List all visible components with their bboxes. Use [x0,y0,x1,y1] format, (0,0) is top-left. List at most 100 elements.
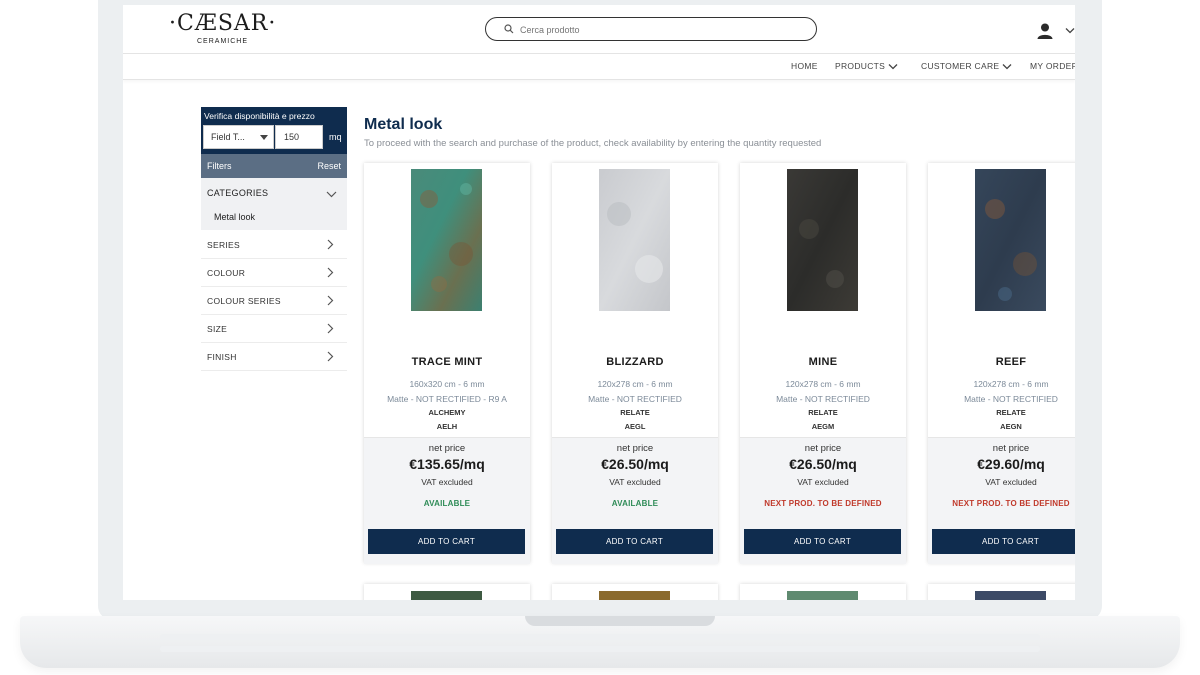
net-price-label: net price [804,443,842,454]
product-card[interactable] [928,584,1075,600]
net-price-label: net price [616,443,654,454]
nav-products-label: PRODUCTS [835,61,886,71]
nav-home-label: HOME [791,61,818,71]
chevron-down-icon [888,64,898,70]
product-name[interactable]: MINE [740,356,906,368]
facet-colour-series[interactable]: COLOUR SERIES [201,286,347,315]
product-code: AEGN [1000,422,1022,431]
facet-series[interactable]: SERIES [201,230,347,259]
keyboard-row [160,634,1040,640]
vat-note: VAT excluded [609,477,661,487]
brand-logo-subtitle: CERAMICHE [197,38,249,45]
facet-finish[interactable]: FINISH [201,342,347,371]
page-title: Metal look [364,116,443,133]
format-select-value: Field T... [211,132,245,142]
nav-customer-care-label: CUSTOMER CARE [921,61,1000,71]
vat-note: VAT excluded [797,477,849,487]
chevron-right-icon [327,267,334,278]
product-code: AELH [436,422,458,431]
availability-status: AVAILABLE [611,499,659,508]
facet-label: COLOUR [207,268,246,278]
laptop-screen: ·CÆSAR· CERAMICHE HOME PRODUCTS CUSTOMER… [123,5,1075,600]
nav-products[interactable]: PRODUCTS [835,61,898,71]
keyboard-row [160,646,1040,652]
facet-label: FINISH [207,352,237,362]
product-card[interactable]: BLIZZARD 120x278 cm - 6 mm Matte - NOT R… [552,163,718,564]
price-box: net price €29.60/mq VAT excluded NEXT PR… [928,437,1075,564]
add-to-cart-button[interactable]: ADD TO CART [744,529,901,554]
net-price-label: net price [992,443,1030,454]
add-to-cart-button[interactable]: ADD TO CART [932,529,1075,554]
product-tile-image[interactable] [411,169,482,311]
product-tile-image[interactable] [599,591,670,600]
facet-label: COLOUR SERIES [207,296,281,306]
product-tile-image[interactable] [599,169,670,311]
product-card[interactable] [740,584,906,600]
product-tile-image[interactable] [787,169,858,311]
laptop-base [20,616,1180,668]
product-card[interactable] [364,584,530,600]
search-bar[interactable] [485,17,817,41]
product-name[interactable]: BLIZZARD [552,356,718,368]
chevron-right-icon [327,239,334,250]
search-input[interactable] [518,20,802,39]
nav-my-order[interactable]: MY ORDER [1030,61,1075,71]
price-box: net price €26.50/mq VAT excluded AVAILAB… [552,437,718,564]
nav-my-order-label: MY ORDER [1030,61,1075,71]
product-size: 120x278 cm - 6 mm [973,379,1049,389]
chevron-down-icon[interactable] [1065,27,1075,34]
product-finish: Matte - NOT RECTIFIED - R9 A [387,394,507,404]
product-name[interactable]: REEF [928,356,1075,368]
trackpad-notch [525,616,715,626]
product-series: RELATE [620,408,650,417]
add-to-cart-button[interactable]: ADD TO CART [556,529,713,554]
selected-category[interactable]: Metal look [214,212,255,222]
nav-customer-care[interactable]: CUSTOMER CARE [921,61,1012,71]
quantity-input[interactable] [275,125,323,149]
price-box: net price €135.65/mq VAT excluded AVAILA… [364,437,530,564]
product-tile-image[interactable] [411,591,482,600]
product-price: €26.50/mq [601,456,669,472]
product-card[interactable]: REEF 120x278 cm - 6 mm Matte - NOT RECTI… [928,163,1075,564]
brand-logo[interactable]: ·CÆSAR· [169,11,276,36]
page-subtitle: To proceed with the search and purchase … [364,138,822,149]
format-select[interactable]: Field T... [203,125,274,149]
facet-size[interactable]: SIZE [201,314,347,343]
categories-filter[interactable]: CATEGORIES Metal look [201,178,347,230]
facet-colour[interactable]: COLOUR [201,258,347,287]
product-tile-image[interactable] [975,591,1046,600]
product-series: RELATE [808,408,838,417]
site-header: ·CÆSAR· CERAMICHE [123,5,1075,54]
product-card[interactable]: TRACE MINT 160x320 cm - 6 mm Matte - NOT… [364,163,530,564]
product-finish: Matte - NOT RECTIFIED [964,394,1058,404]
product-name[interactable]: TRACE MINT [364,356,530,368]
product-tile-image[interactable] [787,591,858,600]
net-price-label: net price [428,443,466,454]
facet-label: SIZE [207,324,228,334]
user-icon[interactable] [1036,22,1054,40]
product-price: €135.65/mq [409,456,485,472]
chevron-right-icon [327,295,334,306]
quantity-unit: mq [329,132,342,142]
product-price: €26.50/mq [789,456,857,472]
nav-home[interactable]: HOME [791,61,818,71]
product-card[interactable]: MINE 120x278 cm - 6 mm Matte - NOT RECTI… [740,163,906,564]
product-code: AEGL [624,422,646,431]
add-to-cart-button[interactable]: ADD TO CART [368,529,525,554]
availability-status: NEXT PROD. TO BE DEFINED [952,499,1070,508]
product-card[interactable] [552,584,718,600]
product-finish: Matte - NOT RECTIFIED [776,394,870,404]
product-series: RELATE [996,408,1026,417]
availability-status: NEXT PROD. TO BE DEFINED [764,499,882,508]
filters-bar: Filters Reset [201,154,347,178]
facet-label: SERIES [207,240,240,250]
categories-label: CATEGORIES [207,188,269,198]
product-size: 120x278 cm - 6 mm [785,379,861,389]
product-size: 160x320 cm - 6 mm [409,379,485,389]
reset-filters-button[interactable]: Reset [317,161,341,171]
filters-label: Filters [207,161,232,171]
availability-title: Verifica disponibilità e prezzo [204,111,315,121]
search-icon [504,24,514,34]
product-price: €29.60/mq [977,456,1045,472]
product-tile-image[interactable] [975,169,1046,311]
